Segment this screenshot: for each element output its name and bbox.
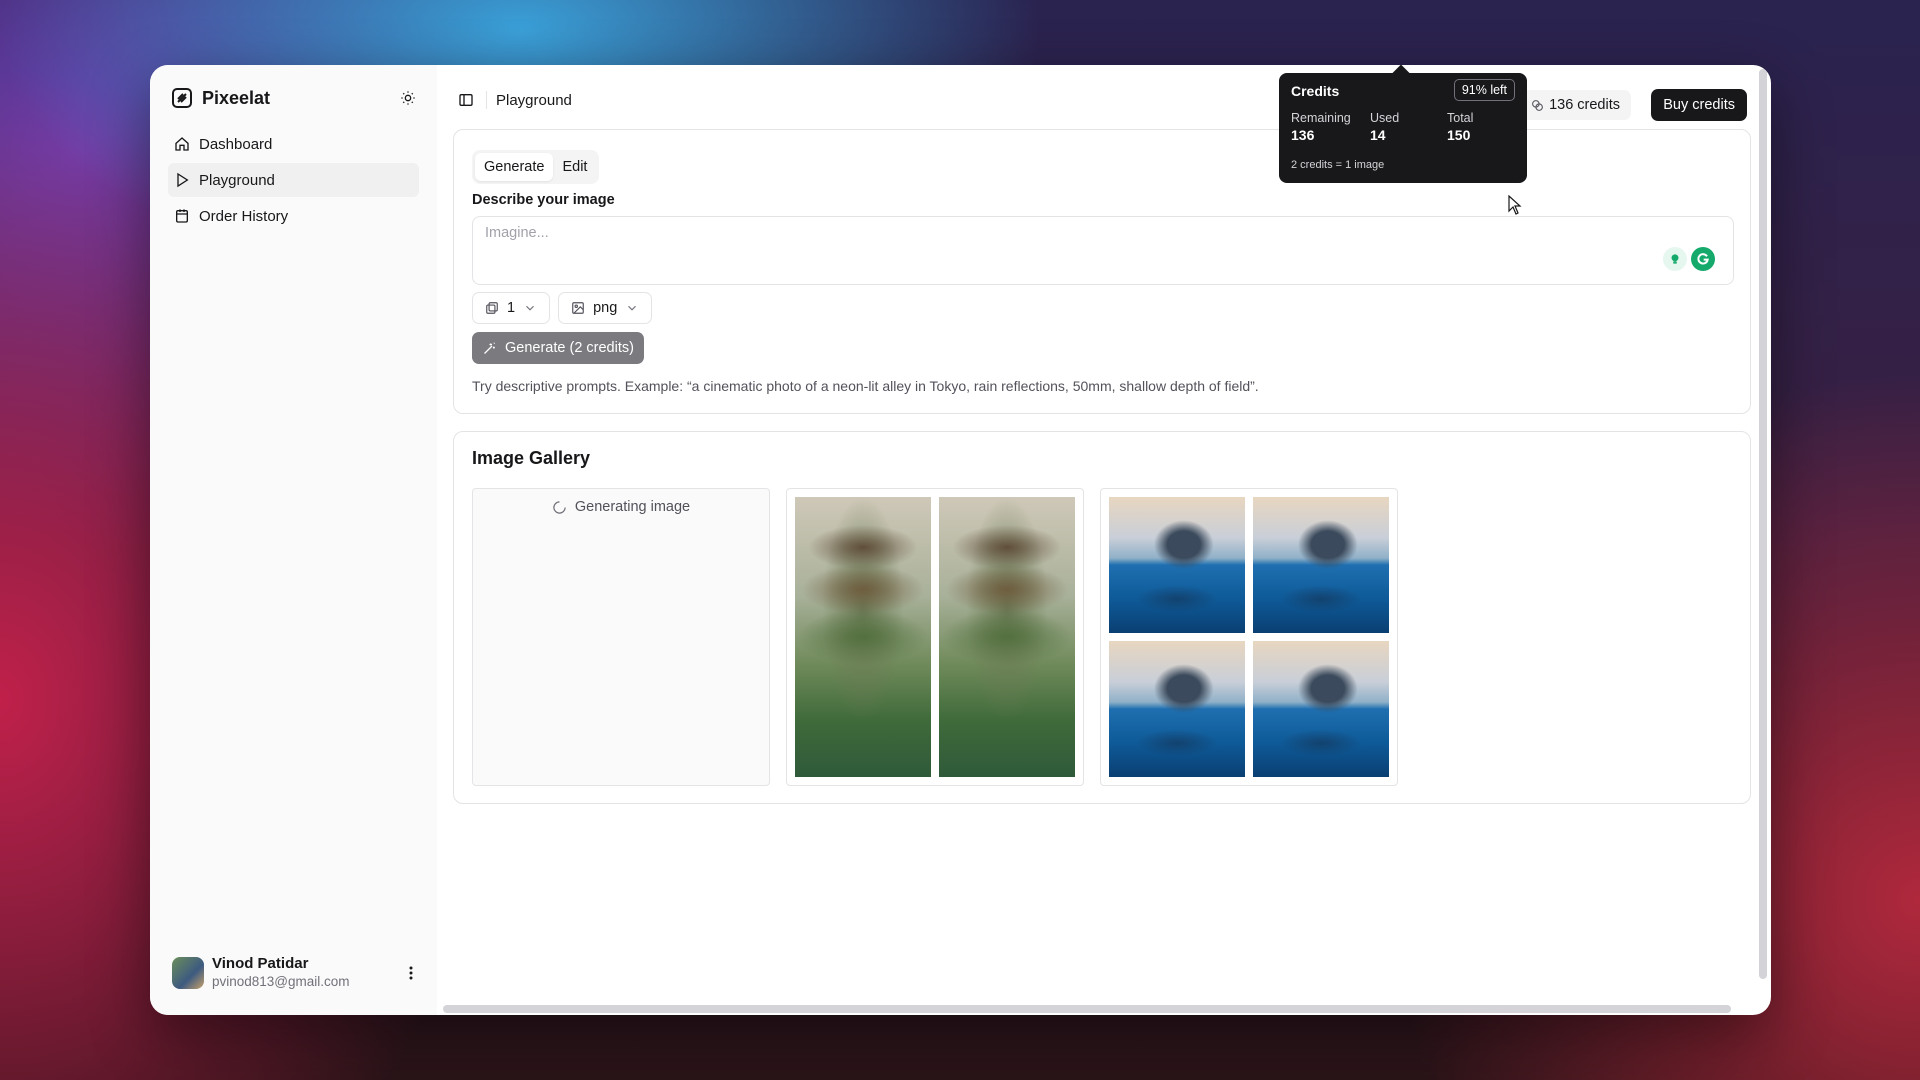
gallery-image[interactable] — [795, 497, 931, 777]
calendar-icon — [176, 209, 188, 223]
logo-icon — [172, 88, 192, 108]
images-icon — [486, 302, 498, 314]
gallery-tile-loading: Generating image — [472, 488, 770, 786]
grammarly-icon[interactable] — [1691, 247, 1715, 271]
prompt-label: Describe your image — [472, 192, 615, 208]
user-menu-button[interactable] — [399, 961, 423, 985]
home-icon — [175, 137, 189, 151]
tab-generate[interactable]: Generate — [475, 153, 554, 181]
generate-button[interactable]: Generate (2 credits) — [472, 332, 644, 364]
prompt-extensions — [1663, 247, 1715, 271]
total-value: 150 — [1447, 127, 1471, 143]
credits-footnote: 2 credits = 1 image — [1291, 159, 1385, 171]
sidebar-item-dashboard[interactable]: Dashboard — [168, 127, 419, 161]
popover-title: Credits — [1291, 83, 1340, 99]
tab-edit[interactable]: Edit — [553, 153, 596, 181]
credits-label: 136 credits — [1549, 97, 1620, 113]
sidebar-item-order-history[interactable]: Order History — [168, 199, 419, 233]
user-profile[interactable]: Vinod Patidar pvinod813@gmail.com — [172, 953, 423, 993]
divider — [486, 91, 487, 109]
generate-button-label: Generate (2 credits) — [505, 340, 634, 356]
image-count-select[interactable]: 1 — [472, 292, 551, 324]
remaining-stat: Remaining 136 — [1291, 111, 1351, 143]
credits-button[interactable]: 136 credits — [1520, 90, 1631, 120]
total-stat: Total 150 — [1447, 111, 1473, 143]
total-label: Total — [1447, 111, 1474, 125]
sidebar-item-label: Dashboard — [199, 135, 273, 153]
used-label: Used — [1370, 111, 1400, 125]
credits-popover: Credits 91% left Remaining 136 Used 14 T… — [1279, 73, 1527, 183]
more-vertical-icon — [409, 966, 413, 980]
remaining-label: Remaining — [1291, 111, 1351, 125]
sidebar-nav: Dashboard Playground Order History — [168, 127, 419, 233]
theme-toggle-button[interactable] — [393, 83, 423, 113]
mouse-cursor-icon — [1508, 195, 1522, 215]
gallery-image[interactable] — [1109, 641, 1245, 777]
chevron-down-icon — [628, 305, 637, 311]
image-count-value: 1 — [507, 300, 516, 316]
gallery-tile[interactable] — [786, 488, 1084, 786]
sun-icon — [401, 91, 415, 105]
gallery-image[interactable] — [1253, 641, 1389, 777]
format-select[interactable]: png — [558, 292, 653, 324]
app-name: Pixeelat — [202, 87, 271, 108]
breadcrumb: Playground — [496, 91, 572, 109]
vertical-scrollbar[interactable] — [1759, 69, 1767, 979]
sidebar: Pixeelat Dashboard Playground Order Hist… — [150, 65, 437, 1015]
mode-tabs: Generate Edit — [472, 150, 600, 184]
horizontal-scrollbar[interactable] — [443, 1005, 1731, 1013]
app-window: Pixeelat Dashboard Playground Order Hist… — [150, 65, 1771, 1015]
loading-text: Generating image — [574, 499, 691, 515]
options-row: 1 png — [472, 292, 653, 324]
sidebar-item-playground[interactable]: Playground — [168, 163, 419, 197]
spinner-icon — [553, 500, 566, 514]
prompt-textarea[interactable]: Imagine... — [472, 216, 1734, 285]
format-value: png — [593, 300, 618, 316]
main-content: Playground 136 credits Buy credits Gener… — [437, 65, 1771, 1015]
used-value: 14 — [1370, 127, 1386, 143]
sidebar-toggle-icon — [459, 94, 473, 106]
generate-card: Generate Edit Describe your image Imagin… — [453, 129, 1751, 414]
loading-indicator: Generating image — [473, 499, 769, 515]
prompt-hint: Try descriptive prompts. Example: “a cin… — [472, 378, 1259, 394]
lightbulb-icon[interactable] — [1663, 247, 1687, 271]
play-icon — [177, 172, 189, 188]
credits-percent-badge: 91% left — [1453, 79, 1515, 101]
gallery-image[interactable] — [1109, 497, 1245, 633]
gallery-tile[interactable] — [1100, 488, 1398, 786]
used-stat: Used 14 — [1370, 111, 1399, 143]
gallery-title: Image Gallery — [472, 448, 591, 468]
image-icon — [572, 302, 584, 314]
buy-credits-button[interactable]: Buy credits — [1651, 89, 1747, 121]
avatar — [172, 957, 204, 989]
magic-wand-icon — [484, 341, 495, 354]
topbar: Playground 136 credits Buy credits — [437, 65, 1771, 135]
coins-icon — [1532, 99, 1543, 111]
chevron-down-icon — [526, 305, 534, 311]
sidebar-item-label: Playground — [199, 171, 275, 189]
user-email: pvinod813@gmail.com — [212, 974, 350, 989]
prompt-placeholder: Imagine... — [485, 225, 549, 241]
gallery-image[interactable] — [1253, 497, 1389, 633]
brand[interactable]: Pixeelat — [168, 83, 419, 113]
image-gallery-card: Image Gallery Generating image — [453, 431, 1751, 804]
user-name: Vinod Patidar — [212, 955, 309, 972]
remaining-value: 136 — [1291, 127, 1315, 143]
sidebar-toggle-button[interactable] — [455, 89, 477, 111]
sidebar-item-label: Order History — [199, 207, 289, 225]
gallery-image[interactable] — [939, 497, 1075, 777]
